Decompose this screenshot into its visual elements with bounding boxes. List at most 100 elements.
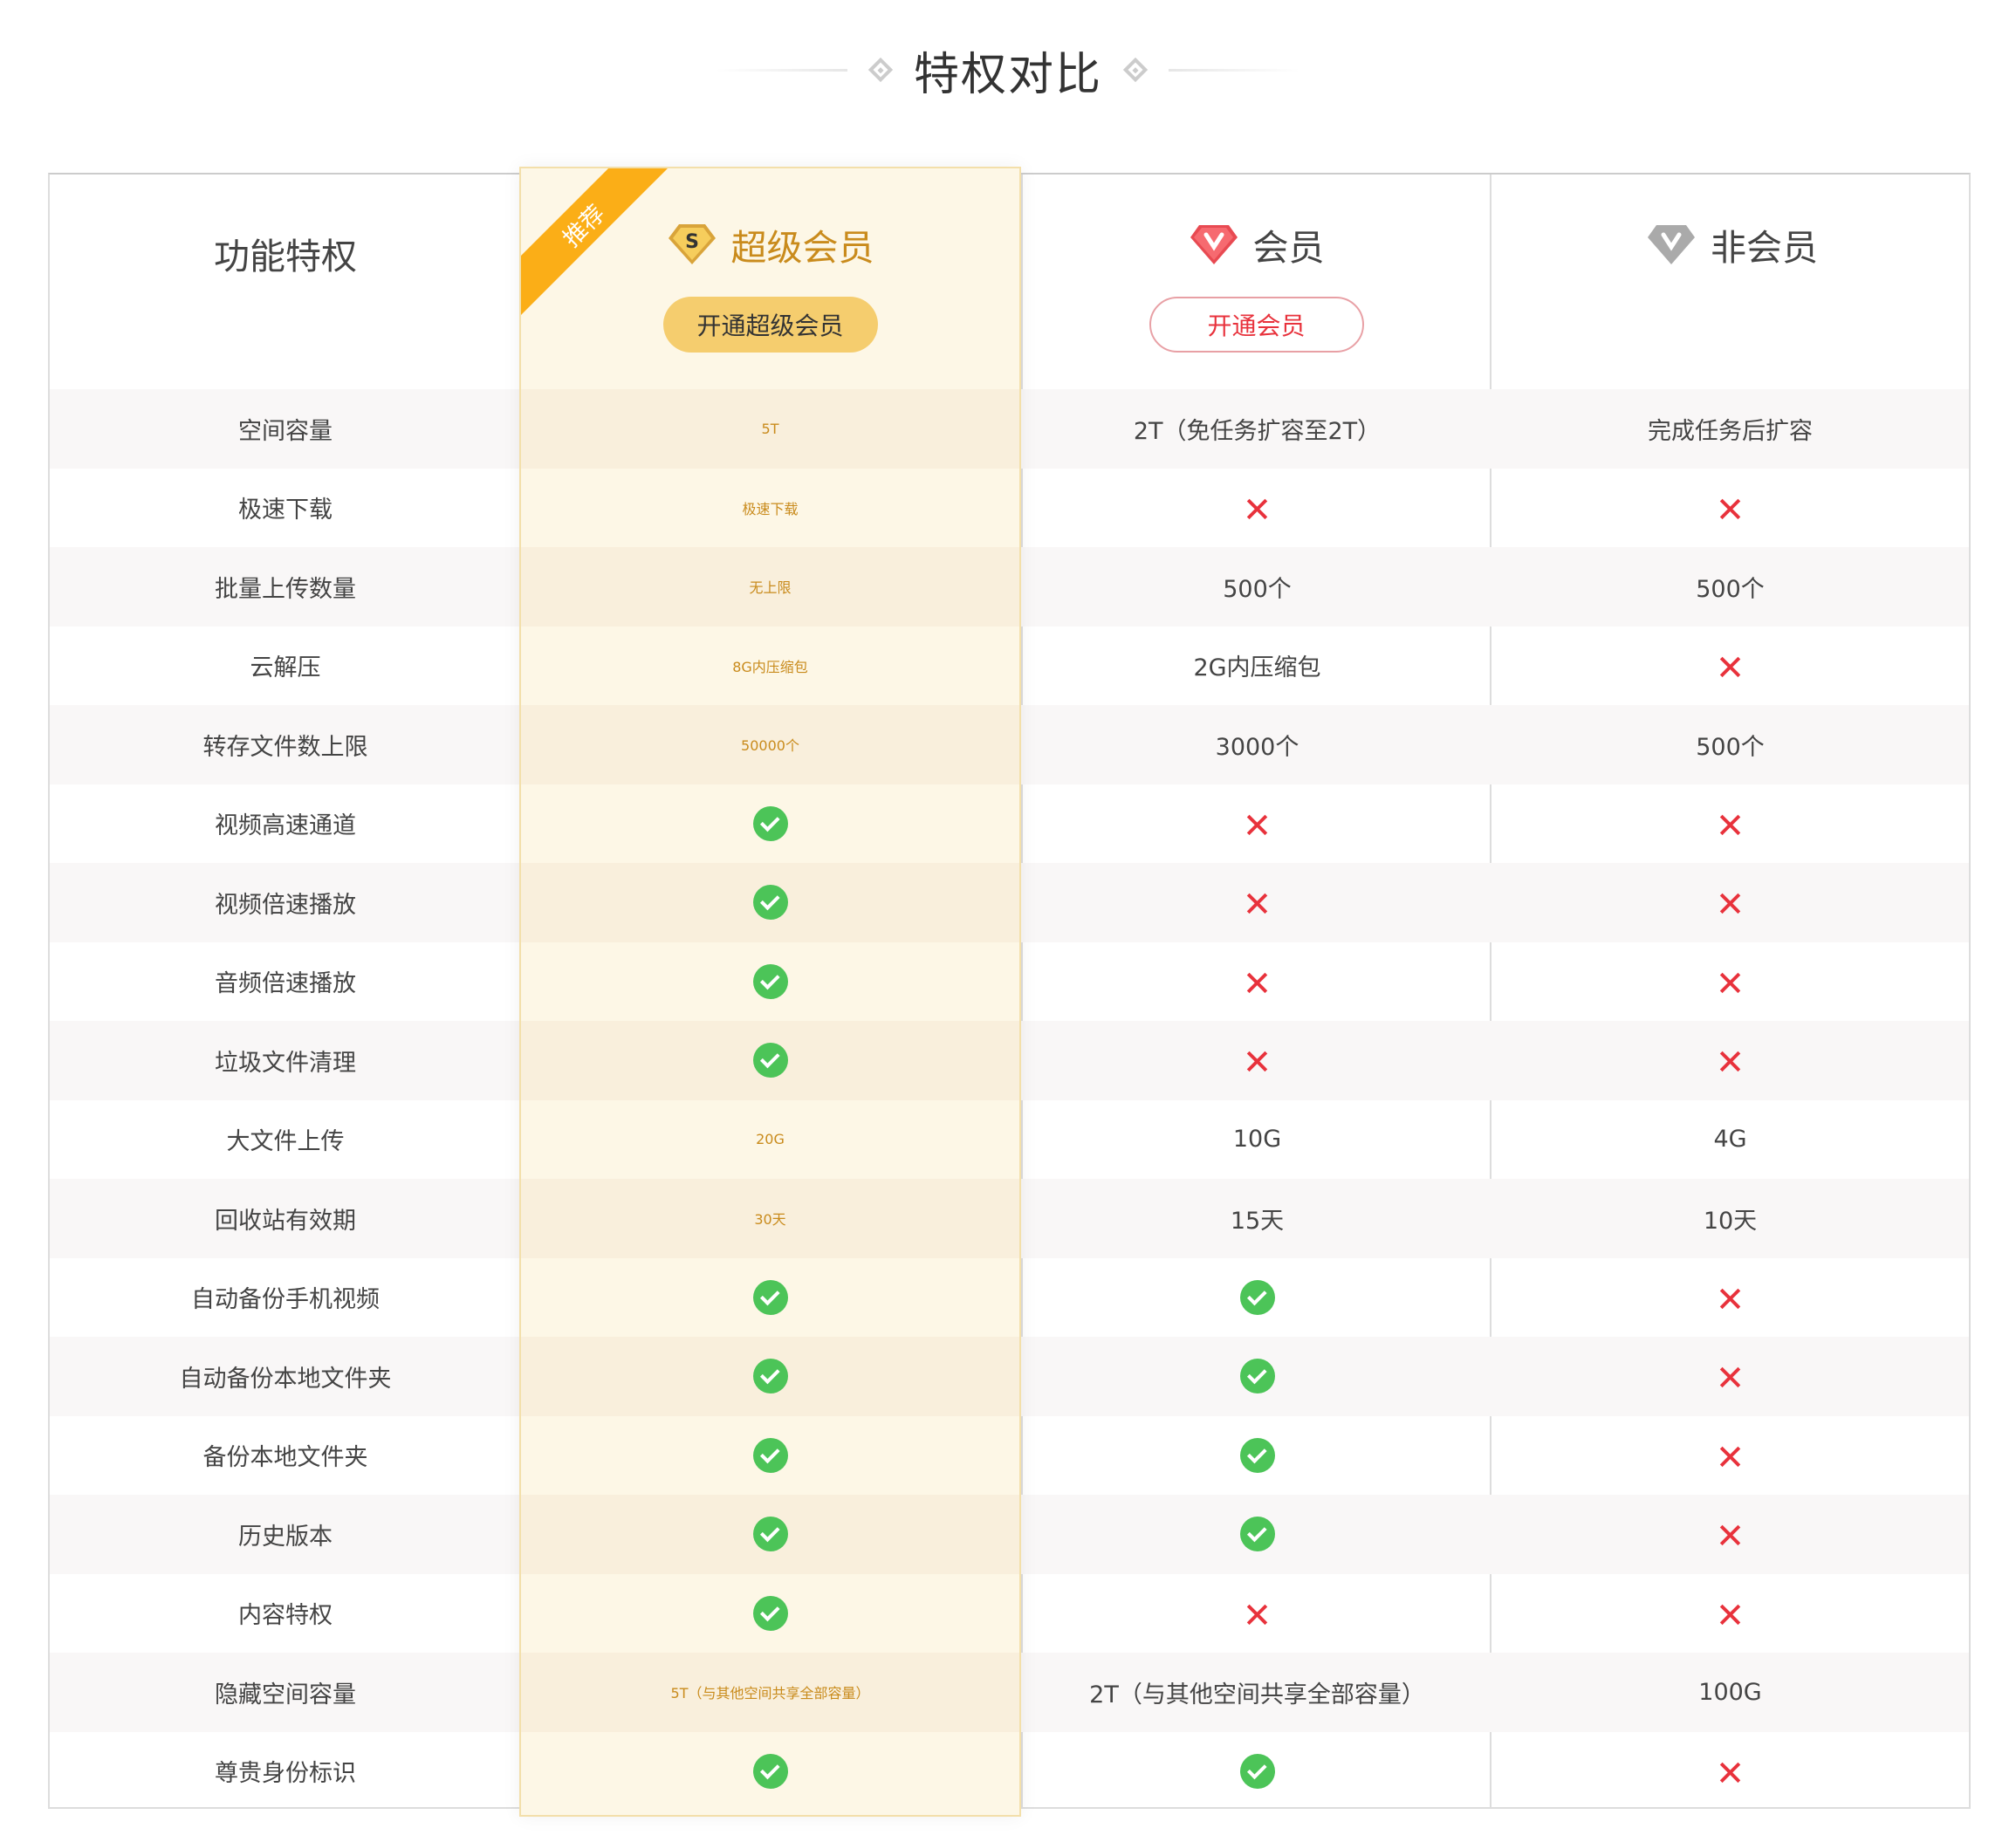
cell-value: 极速下载 bbox=[238, 490, 333, 524]
cell-value: 4G bbox=[1713, 1126, 1746, 1153]
cell-member: 3000个 bbox=[1023, 705, 1491, 784]
cell-super bbox=[521, 1021, 1019, 1100]
cross-icon: ✕ bbox=[1716, 1361, 1745, 1396]
super-member-column: 5T极速下载无上限8G内压缩包50000个20G30天5T（与其他空间共享全部容… bbox=[519, 167, 1021, 1817]
cross-icon: ✕ bbox=[1716, 1599, 1745, 1633]
cell-nonmember: ✕ bbox=[1491, 1021, 1969, 1100]
cross-icon: ✕ bbox=[1243, 1045, 1272, 1080]
cell-member: ✕ bbox=[1023, 469, 1491, 548]
cell-super: 极速下载 bbox=[521, 469, 1019, 548]
check-icon bbox=[753, 1517, 788, 1551]
open-super-member-button[interactable]: 开通超级会员 bbox=[663, 297, 878, 353]
page-title: 特权对比 bbox=[914, 38, 1102, 103]
cross-icon: ✕ bbox=[1716, 493, 1745, 528]
cell-super: 30天 bbox=[521, 1179, 1019, 1258]
cross-icon: ✕ bbox=[1716, 1441, 1745, 1476]
cell-member: 500个 bbox=[1023, 547, 1491, 627]
cell-value: 音频倍速播放 bbox=[215, 964, 356, 998]
cell-value: 完成任务后扩容 bbox=[1648, 412, 1813, 446]
cell-feature: 垃圾文件清理 bbox=[50, 1021, 521, 1100]
cell-value: 空间容量 bbox=[238, 412, 333, 446]
cell-value: 10G bbox=[1233, 1126, 1281, 1153]
cell-value: 垃圾文件清理 bbox=[215, 1044, 356, 1078]
cell-super bbox=[521, 1574, 1019, 1654]
feature-column-title: 功能特权 bbox=[214, 227, 357, 279]
cell-super: 5T bbox=[521, 389, 1019, 469]
cell-super bbox=[521, 1337, 1019, 1416]
cell-feature: 内容特权 bbox=[50, 1574, 521, 1654]
cell-nonmember: 100G bbox=[1491, 1653, 1969, 1732]
cell-value: 批量上传数量 bbox=[215, 570, 356, 604]
cell-value: 备份本地文件夹 bbox=[203, 1438, 368, 1472]
cell-super bbox=[521, 942, 1019, 1022]
cell-value: 10天 bbox=[1704, 1202, 1757, 1236]
cell-value: 视频倍速播放 bbox=[215, 886, 356, 920]
cell-feature: 极速下载 bbox=[50, 469, 521, 548]
cross-icon: ✕ bbox=[1716, 1283, 1745, 1318]
cell-value: 20G bbox=[756, 1131, 785, 1147]
cross-icon: ✕ bbox=[1716, 1519, 1745, 1554]
section-header: 特权对比 bbox=[0, 35, 2016, 105]
check-icon bbox=[1240, 1754, 1275, 1789]
cell-feature: 备份本地文件夹 bbox=[50, 1416, 521, 1496]
cell-feature: 自动备份本地文件夹 bbox=[50, 1337, 521, 1416]
cell-super bbox=[521, 1732, 1019, 1811]
cell-nonmember: ✕ bbox=[1491, 1337, 1969, 1416]
check-icon bbox=[753, 806, 788, 841]
cross-icon: ✕ bbox=[1716, 887, 1745, 922]
member-column-header: 会员 开通会员 bbox=[1023, 175, 1490, 389]
cell-nonmember: ✕ bbox=[1491, 627, 1969, 706]
cell-super: 50000个 bbox=[521, 705, 1019, 784]
cell-super: 无上限 bbox=[521, 547, 1019, 627]
cell-feature: 转存文件数上限 bbox=[50, 705, 521, 784]
cell-member bbox=[1023, 1416, 1491, 1496]
cell-value: 尊贵身份标识 bbox=[215, 1754, 356, 1788]
cell-member: ✕ bbox=[1023, 784, 1491, 864]
cell-member: ✕ bbox=[1023, 1574, 1491, 1654]
cell-super: 20G bbox=[521, 1100, 1019, 1180]
cross-icon: ✕ bbox=[1716, 967, 1745, 1002]
cell-feature: 云解压 bbox=[50, 627, 521, 706]
cross-icon: ✕ bbox=[1716, 1756, 1745, 1791]
cell-feature: 历史版本 bbox=[50, 1495, 521, 1574]
cell-super bbox=[521, 1495, 1019, 1574]
cell-nonmember: ✕ bbox=[1491, 469, 1969, 548]
diamond-icon bbox=[868, 58, 893, 82]
cell-feature: 空间容量 bbox=[50, 389, 521, 469]
cell-nonmember: ✕ bbox=[1491, 1574, 1969, 1654]
cell-nonmember: ✕ bbox=[1491, 863, 1969, 942]
cell-nonmember: ✕ bbox=[1491, 1258, 1969, 1338]
cell-member: 2T（免任务扩容至2T） bbox=[1023, 389, 1491, 469]
cross-icon: ✕ bbox=[1716, 1045, 1745, 1080]
nonmember-title: 非会员 bbox=[1646, 218, 1818, 270]
cross-icon: ✕ bbox=[1243, 1599, 1272, 1633]
cell-value: 回收站有效期 bbox=[215, 1202, 356, 1236]
cell-value: 极速下载 bbox=[742, 497, 798, 518]
cell-value: 自动备份手机视频 bbox=[191, 1280, 380, 1314]
cell-nonmember: 10天 bbox=[1491, 1179, 1969, 1258]
cell-nonmember: 完成任务后扩容 bbox=[1491, 389, 1969, 469]
member-title: 会员 bbox=[1189, 218, 1325, 270]
cell-member: ✕ bbox=[1023, 942, 1491, 1022]
cell-value: 5T（与其他空间共享全部容量） bbox=[671, 1681, 870, 1702]
cell-value: 2T（免任务扩容至2T） bbox=[1134, 412, 1381, 446]
cell-member bbox=[1023, 1495, 1491, 1574]
check-icon bbox=[1240, 1280, 1275, 1315]
member-name: 会员 bbox=[1253, 218, 1325, 270]
check-icon bbox=[753, 1280, 788, 1315]
cell-value: 2G内压缩包 bbox=[1193, 648, 1320, 682]
cell-super bbox=[521, 1258, 1019, 1338]
cell-nonmember: 4G bbox=[1491, 1100, 1969, 1180]
cell-value: 50000个 bbox=[741, 734, 799, 755]
check-icon bbox=[753, 1754, 788, 1789]
cell-nonmember: ✕ bbox=[1491, 1732, 1969, 1811]
divider bbox=[1169, 69, 1299, 72]
cell-member: 2G内压缩包 bbox=[1023, 627, 1491, 706]
open-member-button[interactable]: 开通会员 bbox=[1149, 297, 1364, 353]
cell-value: 大文件上传 bbox=[227, 1122, 345, 1156]
feature-column-header: 功能特权 bbox=[50, 175, 521, 389]
cross-icon: ✕ bbox=[1716, 651, 1745, 686]
cell-nonmember: 500个 bbox=[1491, 547, 1969, 627]
cell-feature: 视频高速通道 bbox=[50, 784, 521, 864]
check-icon bbox=[753, 964, 788, 999]
